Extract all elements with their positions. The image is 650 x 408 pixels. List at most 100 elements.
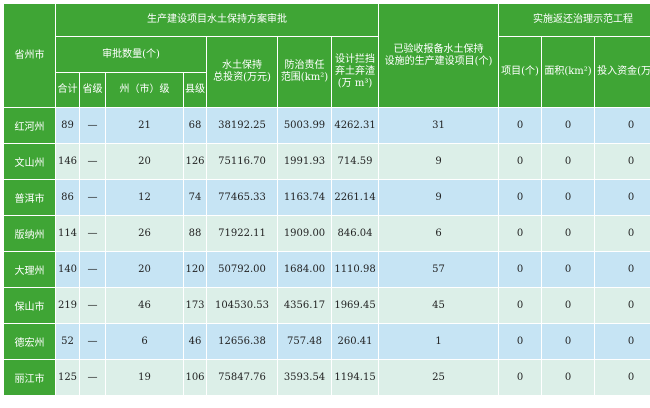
cell-provincial: — [79,287,106,324]
cell-accepted: 6 [378,215,500,252]
header-control-area: 防治责任 范围(km²) [277,36,332,108]
cell-funds: 0 [594,251,650,288]
cell-area: 0 [541,359,596,396]
cell-investment: 50792.00 [206,251,278,288]
cell-funds: 0 [594,143,650,180]
cell-investment: 12656.38 [206,323,278,360]
cell-region: 保山市 [3,287,56,324]
statistics-table-container: 省州市 生产建设项目水土保持方案审批 已验收报备水土保持 设施的生产建设项目(个… [3,3,650,405]
cell-projects: 0 [498,359,543,396]
table-row: 版纳州 114 — 26 88 71922.11 1909.00 846.04 … [3,215,650,252]
cell-prefecture: 20 [105,251,184,288]
cell-control-area: 1991.93 [277,143,332,180]
cell-provincial: — [79,359,106,396]
table-row: 普洱市 86 — 12 74 77465.33 1163.74 2261.14 … [3,179,650,216]
cell-county: 46 [183,323,207,360]
cell-funds: 0 [594,179,650,216]
cell-spoil: 1969.45 [330,287,380,324]
cell-control-area: 1163.74 [277,179,332,216]
cell-accepted: 31 [378,107,500,144]
cell-accepted: 45 [378,287,500,324]
cell-projects: 0 [498,215,543,252]
cell-prefecture: 6 [105,323,184,360]
cell-provincial: — [79,179,106,216]
header-area: 面积(km²) [541,36,596,108]
table-row: 丽江市 125 — 19 106 75847.76 3593.54 1194.1… [3,359,650,396]
table-row: 文山州 146 — 20 126 75116.70 1991.93 714.59… [3,143,650,180]
cell-area: 0 [541,179,596,216]
cell-projects: 0 [498,143,543,180]
cell-control-area: 3593.54 [277,359,332,396]
cell-funds: 0 [594,323,650,360]
cell-total: 114 [55,215,80,252]
cell-funds: 0 [594,287,650,324]
cell-investment: 75116.70 [206,143,278,180]
cell-investment: 71922.11 [206,215,278,252]
cell-funds: 0 [594,359,650,396]
cell-county: 88 [183,215,207,252]
cell-funds: 0 [594,107,650,144]
cell-area: 0 [541,251,596,288]
cell-projects: 0 [498,323,543,360]
header-funds: 投入资金(万元) [594,36,650,108]
cell-total: 89 [55,107,80,144]
cell-county: 106 [183,359,207,396]
cell-spoil: 260.41 [330,323,380,360]
cell-total: 146 [55,143,80,180]
cell-funds: 0 [594,215,650,252]
cell-spoil: 714.59 [330,143,380,180]
header-investment-line1: 水土保持 [222,60,262,71]
cell-projects: 0 [498,107,543,144]
cell-accepted: 9 [378,179,500,216]
header-accepted-line1: 已验收报备水土保持 [393,43,484,55]
cell-accepted: 9 [378,143,500,180]
cell-investment: 104530.53 [206,287,278,324]
cell-investment: 38192.25 [206,107,278,144]
cell-area: 0 [541,143,596,180]
cell-region: 文山州 [3,143,56,180]
cell-area: 0 [541,107,596,144]
header-projects: 项目(个) [498,36,543,108]
cell-control-area: 757.48 [277,323,332,360]
cell-total: 219 [55,287,80,324]
header-control-area-line2: 范围(km²) [280,72,329,83]
cell-region: 德宏州 [3,323,56,360]
cell-region: 丽江市 [3,359,56,396]
cell-accepted: 25 [378,359,500,396]
header-accepted: 已验收报备水土保持 设施的生产建设项目(个) [378,3,500,108]
cell-spoil: 1194.15 [330,359,380,396]
cell-investment: 77465.33 [206,179,278,216]
cell-prefecture: 46 [105,287,184,324]
cell-county: 173 [183,287,207,324]
cell-total: 86 [55,179,80,216]
header-group-demo: 实施返还治理示范工程 [498,3,650,37]
table-row: 保山市 219 — 46 173 104530.53 4356.17 1969.… [3,287,650,324]
cell-spoil: 2261.14 [330,179,380,216]
header-spoil-line1: 设计拦挡 [335,54,375,65]
header-prefecture: 州（市）级 [105,72,184,108]
cell-area: 0 [541,323,596,360]
cell-total: 125 [55,359,80,396]
cell-accepted: 1 [378,323,500,360]
cell-projects: 0 [498,251,543,288]
cell-control-area: 1909.00 [277,215,332,252]
cell-control-area: 1684.00 [277,251,332,288]
header-control-area-line1: 防治责任 [284,60,325,71]
cell-spoil: 4262.31 [330,107,380,144]
header-spoil-line3: (万 m³) [337,78,373,89]
cell-provincial: — [79,143,106,180]
table-row: 德宏州 52 — 6 46 12656.38 757.48 260.41 1 0… [3,323,650,360]
cell-provincial: — [79,107,106,144]
header-total: 合计 [55,72,80,108]
cell-county: 120 [183,251,207,288]
cell-prefecture: 19 [105,359,184,396]
cell-region: 红河州 [3,107,56,144]
cell-total: 52 [55,323,80,360]
cell-spoil: 846.04 [330,215,380,252]
cell-total: 140 [55,251,80,288]
cell-control-area: 5003.99 [277,107,332,144]
cell-county: 68 [183,107,207,144]
cell-prefecture: 12 [105,179,184,216]
cell-county: 126 [183,143,207,180]
cell-projects: 0 [498,287,543,324]
